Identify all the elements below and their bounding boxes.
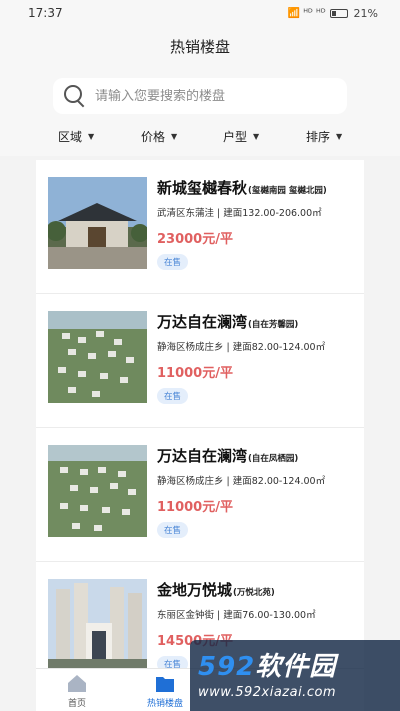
listing-subname: (万悦北苑) <box>233 588 275 598</box>
listing-info: 万达自在澜湾 (自在凤栖园) 静海区杨成庄乡 | 建面82.00-124.00㎡… <box>157 445 360 538</box>
watermark-number: 592 <box>198 652 256 682</box>
status-badge: 在售 <box>157 388 189 404</box>
listing-location: 静海区杨成庄乡 | 建面82.00-124.00㎡ <box>157 342 326 353</box>
listing-subname: (玺樾南园 玺樾北园) <box>248 186 327 196</box>
listing-info: 万达自在澜湾 (自在芳馨园) 静海区杨成庄乡 | 建面82.00-124.00㎡… <box>157 311 360 404</box>
filter-label: 价格 <box>141 130 166 144</box>
filter-label: 排序 <box>306 130 331 144</box>
filter-label: 户型 <box>223 130 248 144</box>
tab-label: 热销楼盘 <box>146 699 183 709</box>
page-title: 热销楼盘 <box>169 37 230 56</box>
filter-layout[interactable]: 户型 ▼ <box>223 128 259 145</box>
folder-icon <box>156 677 174 692</box>
listing-name: 金地万悦城 <box>157 581 233 599</box>
watermark-brand: 592软件园 <box>198 646 392 683</box>
listing-info: 新城玺樾春秋 (玺樾南园 玺樾北园) 武清区东蒲洼 | 建面132.00-206… <box>157 177 360 270</box>
listing-subname: (自在芳馨园) <box>248 320 299 330</box>
listing-location: 东丽区金钟街 | 建面76.00-130.00㎡ <box>157 610 316 621</box>
status-bar: 17:37 📶 ᴴᴰ ᴴᴰ 21% <box>0 0 400 26</box>
page-header: 热销楼盘 <box>0 26 400 66</box>
battery-level: 21% <box>353 6 378 20</box>
status-badge: 在售 <box>157 254 189 270</box>
search-icon[interactable] <box>63 84 87 108</box>
listing-image <box>48 579 147 671</box>
signal-icon: 📶 ᴴᴰ ᴴᴰ <box>287 7 326 19</box>
chevron-down-icon: ▼ <box>253 132 260 141</box>
tab-label: 首页 <box>67 699 86 709</box>
search-box[interactable] <box>53 78 347 114</box>
listing-image <box>48 311 147 403</box>
listing-location: 武清区东蒲洼 | 建面132.00-206.00㎡ <box>157 208 322 219</box>
filter-bar: 区域 ▼ 价格 ▼ 户型 ▼ 排序 ▼ <box>0 120 400 156</box>
listing-name: 万达自在澜湾 <box>157 447 248 465</box>
listing-card[interactable]: 万达自在澜湾 (自在凤栖园) 静海区杨成庄乡 | 建面82.00-124.00㎡… <box>36 428 364 562</box>
listing-price: 23000元/平 <box>157 232 233 247</box>
listing-price: 11000元/平 <box>157 366 233 381</box>
listing-subname: (自在凤栖园) <box>248 454 299 464</box>
filter-sort[interactable]: 排序 ▼ <box>306 128 342 145</box>
listing-image <box>48 177 147 269</box>
watermark-url: www.592xiazai.com <box>198 685 337 700</box>
chevron-down-icon: ▼ <box>171 132 178 141</box>
status-icons: 📶 ᴴᴰ ᴴᴰ 21% <box>288 7 378 20</box>
listing-price: 11000元/平 <box>157 500 233 515</box>
filter-price[interactable]: 价格 ▼ <box>141 128 177 145</box>
chevron-down-icon: ▼ <box>336 132 343 141</box>
listing-list: 新城玺樾春秋 (玺樾南园 玺樾北园) 武清区东蒲洼 | 建面132.00-206… <box>36 160 364 696</box>
home-icon <box>68 675 86 692</box>
listing-card[interactable]: 新城玺樾春秋 (玺樾南园 玺樾北园) 武清区东蒲洼 | 建面132.00-206… <box>36 160 364 294</box>
status-badge: 在售 <box>157 522 189 538</box>
status-time: 17:37 <box>28 6 63 20</box>
listing-name: 新城玺樾春秋 <box>157 179 248 197</box>
listing-name: 万达自在澜湾 <box>157 313 248 331</box>
filter-region[interactable]: 区域 ▼ <box>58 128 94 145</box>
watermark-text: 软件园 <box>255 652 337 682</box>
search-input[interactable] <box>95 88 325 104</box>
listing-image <box>48 445 147 537</box>
tab-home[interactable]: 首页 <box>42 673 112 709</box>
watermark-logo: 592软件园 www.592xiazai.com <box>190 640 400 711</box>
chevron-down-icon: ▼ <box>88 132 95 141</box>
listing-location: 静海区杨成庄乡 | 建面82.00-124.00㎡ <box>157 476 326 487</box>
search-area <box>0 66 400 120</box>
battery-icon <box>329 8 348 18</box>
listing-card[interactable]: 万达自在澜湾 (自在芳馨园) 静海区杨成庄乡 | 建面82.00-124.00㎡… <box>36 294 364 428</box>
filter-label: 区域 <box>58 130 83 144</box>
